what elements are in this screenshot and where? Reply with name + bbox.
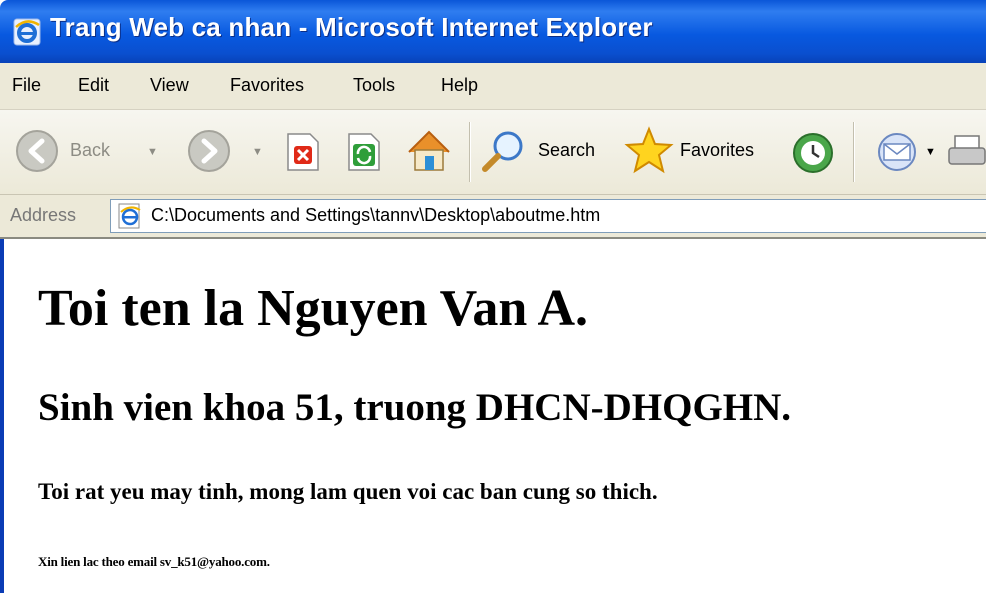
mail-dropdown-icon[interactable]: ▼ xyxy=(925,146,936,158)
heading-1: Toi ten la Nguyen Van A. xyxy=(38,280,589,337)
window-title: Trang Web ca nhan - Microsoft Internet E… xyxy=(50,12,653,42)
menu-file[interactable]: File xyxy=(12,75,41,96)
heading-2: Sinh vien khoa 51, truong DHCN-DHQGHN. xyxy=(38,386,792,429)
back-button[interactable]: Back xyxy=(14,128,134,178)
menu-help[interactable]: Help xyxy=(441,75,478,96)
history-button[interactable] xyxy=(790,130,836,176)
search-icon xyxy=(482,131,523,172)
favorites-button[interactable]: Favorites xyxy=(624,126,784,176)
menu-tools[interactable]: Tools xyxy=(353,75,395,96)
print-button[interactable] xyxy=(945,132,986,172)
back-dropdown-icon[interactable]: ▼ xyxy=(147,146,158,158)
address-value: C:\Documents and Settings\tannv\Desktop\… xyxy=(151,205,601,225)
title-bar[interactable]: Trang Web ca nhan - Microsoft Internet E… xyxy=(0,0,986,63)
forward-dropdown-icon[interactable]: ▼ xyxy=(252,146,263,158)
forward-button[interactable] xyxy=(186,128,232,174)
menu-bar: File Edit View Favorites Tools Help xyxy=(0,63,986,110)
heading-6: Xin lien lac theo email sv_k51@yahoo.com… xyxy=(38,554,270,569)
toolbar: Back ▼ ▼ Search Favorites ▼ xyxy=(0,110,986,195)
favorites-label: Favorites xyxy=(680,140,755,160)
mail-button[interactable] xyxy=(872,132,922,172)
heading-4: Toi rat yeu may tinh, mong lam quen voi … xyxy=(38,479,658,504)
address-bar: Address C:\Documents and Settings\tannv\… xyxy=(0,195,986,239)
page-content: Toi ten la Nguyen Van A. Sinh vien khoa … xyxy=(0,239,986,593)
menu-favorites[interactable]: Favorites xyxy=(230,75,304,96)
star-icon xyxy=(624,126,674,174)
page-icon xyxy=(118,203,141,229)
back-label: Back xyxy=(70,140,111,160)
home-button[interactable] xyxy=(405,128,453,174)
toolbar-separator xyxy=(853,122,854,182)
menu-edit[interactable]: Edit xyxy=(78,75,109,96)
back-arrow-icon xyxy=(16,130,58,172)
address-input[interactable]: C:\Documents and Settings\tannv\Desktop\… xyxy=(110,199,986,233)
search-button[interactable]: Search xyxy=(480,128,610,178)
toolbar-separator xyxy=(469,122,470,182)
stop-button[interactable] xyxy=(284,132,322,172)
ie-icon xyxy=(13,18,41,46)
menu-view[interactable]: View xyxy=(150,75,189,96)
refresh-button[interactable] xyxy=(345,132,383,172)
search-label: Search xyxy=(538,140,596,160)
address-label: Address xyxy=(10,205,77,225)
